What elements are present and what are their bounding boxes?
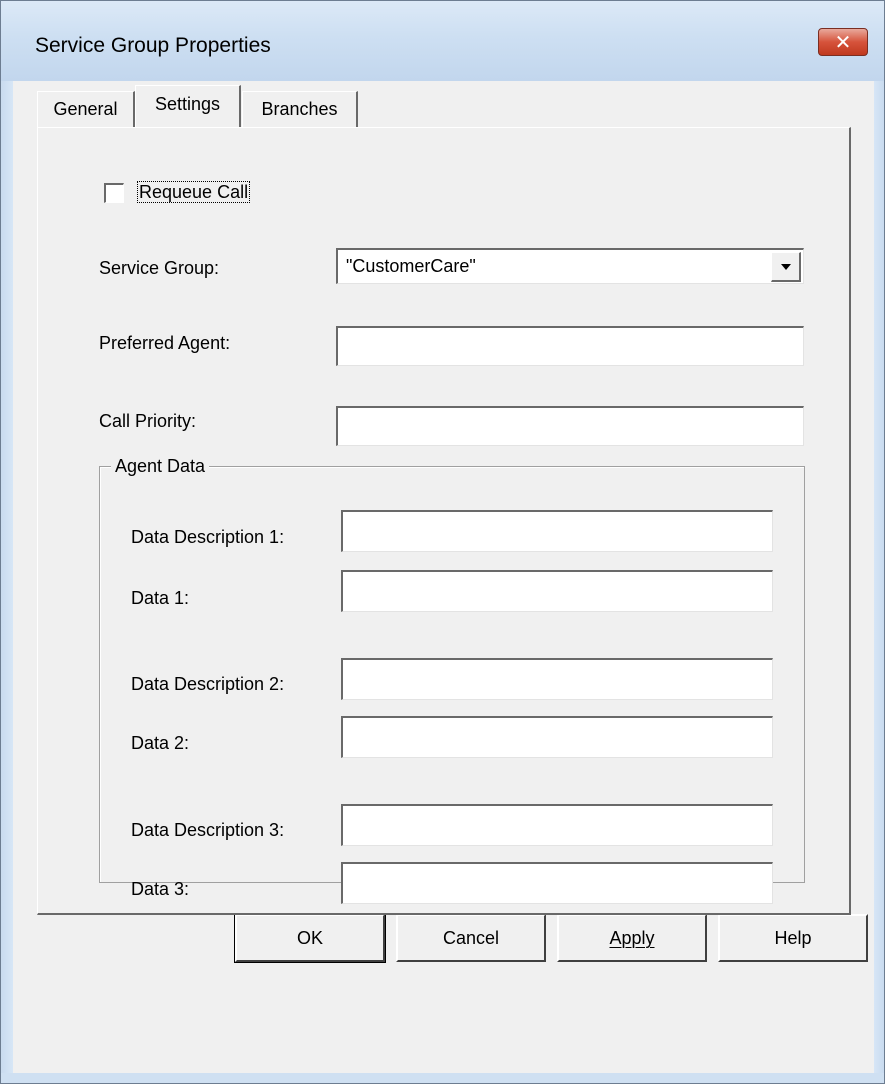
help-button[interactable]: Help	[718, 914, 868, 962]
window-frame-left	[1, 81, 13, 1083]
cancel-button-label: Cancel	[442, 927, 500, 948]
dialog-client-area: General Settings Branches Requeue Call S…	[13, 81, 874, 1073]
ok-button[interactable]: OK	[234, 913, 386, 963]
tab-branches[interactable]: Branches	[242, 91, 358, 127]
window-frame-right	[874, 81, 884, 1083]
help-button-label: Help	[774, 927, 812, 948]
cancel-button[interactable]: Cancel	[396, 914, 546, 962]
apply-button-label: Apply	[609, 927, 655, 948]
tab-settings[interactable]: Settings	[135, 85, 241, 127]
tab-general[interactable]: General	[37, 91, 135, 127]
close-icon: ✕	[834, 30, 852, 54]
tab-settings-label: Settings	[154, 94, 221, 114]
title-bar[interactable]: Service Group Properties ✕	[1, 1, 884, 81]
tab-general-label: General	[53, 99, 118, 119]
settings-tab-panel	[37, 127, 851, 915]
ok-button-label: OK	[296, 927, 323, 948]
window-frame-bottom	[1, 1073, 884, 1083]
tab-branches-label: Branches	[261, 99, 338, 119]
window-title: Service Group Properties	[35, 34, 271, 57]
close-button[interactable]: ✕	[818, 28, 868, 56]
dialog-window: Service Group Properties ✕ General Setti…	[0, 0, 885, 1084]
apply-button[interactable]: Apply	[557, 914, 707, 962]
